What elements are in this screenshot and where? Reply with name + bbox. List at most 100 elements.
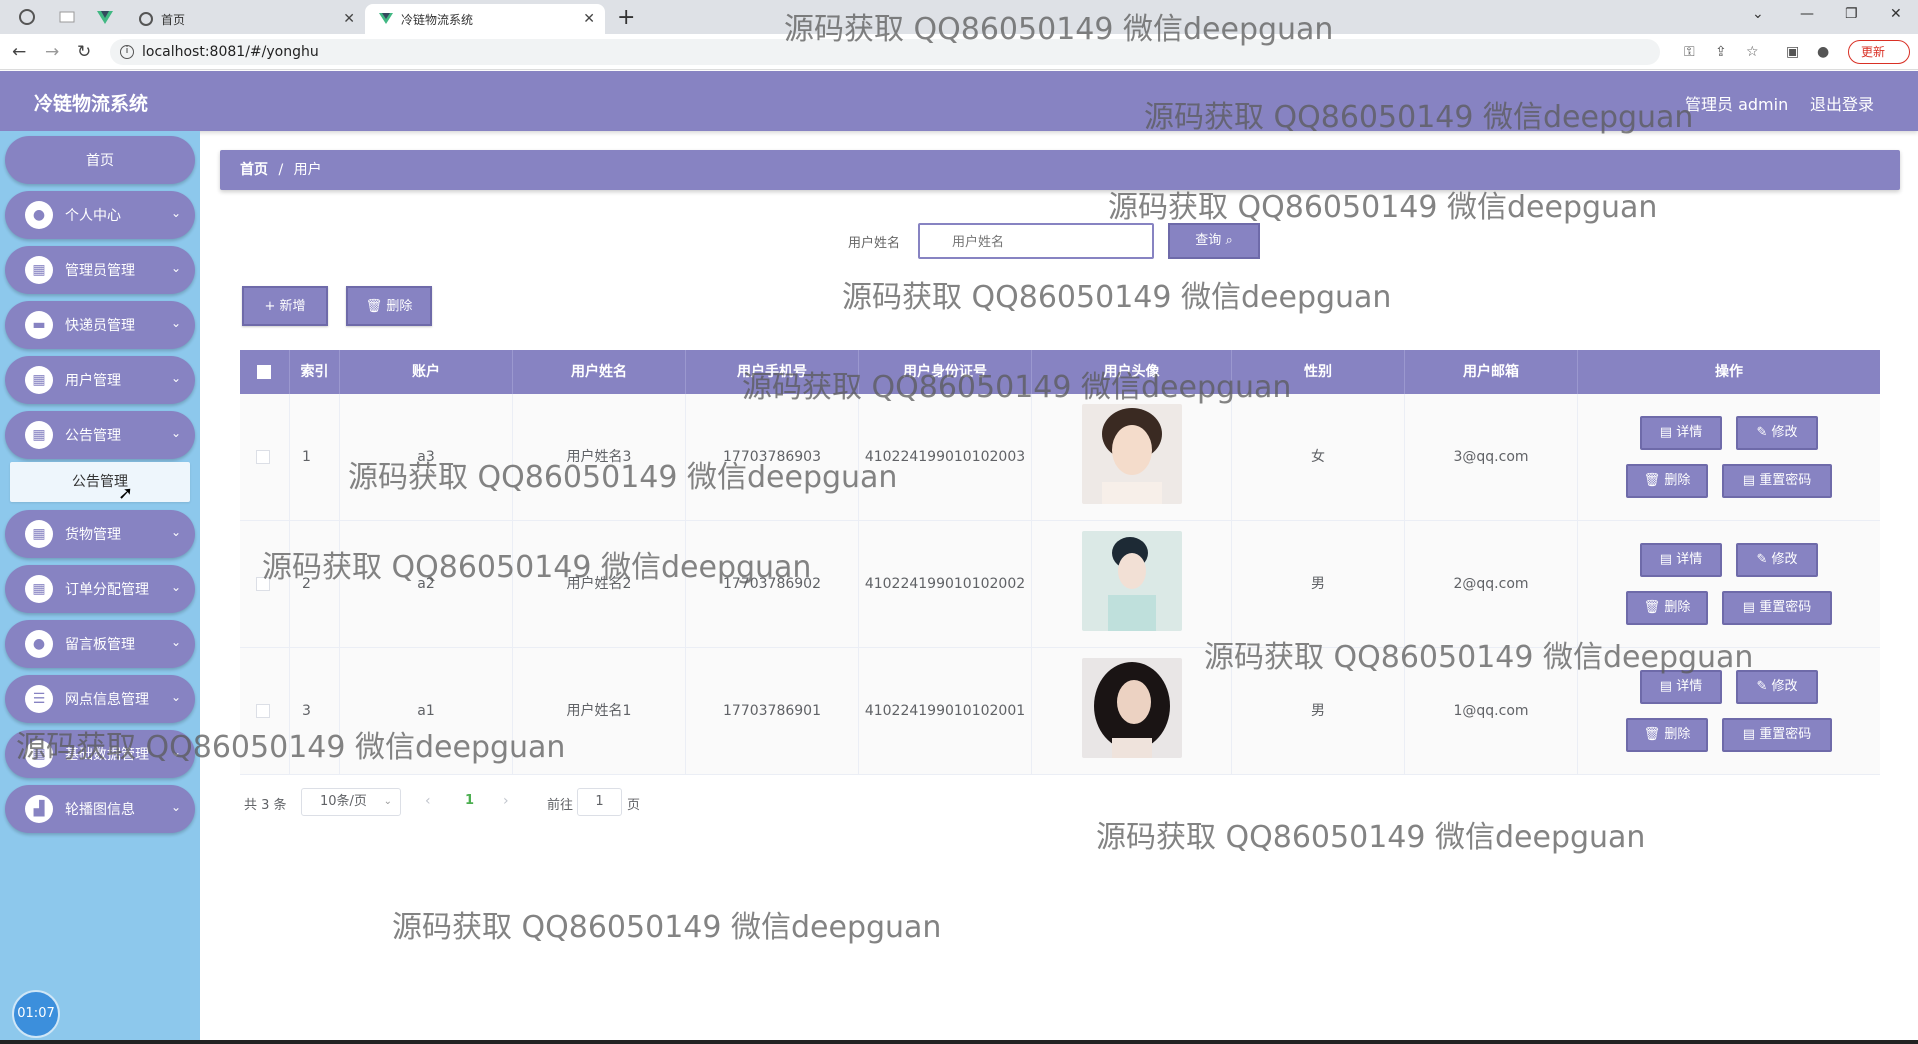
header-index: 索引 xyxy=(290,350,340,394)
query-button[interactable]: 查询 ⌕ xyxy=(1168,223,1260,259)
address-bar: ← → ↻ i localhost:8081/#/yonghu ⚿ ⇪ ☆ ▣ … xyxy=(0,34,1918,70)
delete-button[interactable]: 🗑 删除 xyxy=(1626,591,1708,625)
forward-icon[interactable]: → xyxy=(45,42,59,62)
goto-page-input[interactable]: 1 xyxy=(577,788,622,816)
sidebar-item-profile[interactable]: ● 个人中心 ⌄ xyxy=(5,191,195,239)
star-icon[interactable]: ☆ xyxy=(1746,44,1759,60)
minimize-button[interactable]: — xyxy=(1800,6,1814,22)
chevron-up-icon: ⌄ xyxy=(170,426,181,440)
pinned-tab-icon[interactable] xyxy=(58,8,76,26)
reload-icon[interactable]: ↻ xyxy=(77,42,91,62)
submenu-item-notice[interactable]: 公告管理 xyxy=(10,462,190,502)
sidebar-item-courier[interactable]: ▬ 快递员管理 ⌄ xyxy=(5,301,195,349)
table-row: 1 a3 用户姓名3 17703786903 41022419901010200… xyxy=(240,394,1880,521)
detail-button[interactable]: ▤ 详情 xyxy=(1640,416,1722,450)
share-icon[interactable]: ⇪ xyxy=(1715,44,1727,60)
close-icon[interactable]: ✕ xyxy=(343,11,355,27)
header-select-all[interactable] xyxy=(240,350,290,394)
reset-password-button[interactable]: ▤ 重置密码 xyxy=(1722,718,1832,752)
search-input[interactable] xyxy=(918,223,1154,259)
table-row: 3 a1 用户姓名1 17703786901 41022419901010200… xyxy=(240,648,1880,775)
chevron-down-icon: ⌄ xyxy=(170,800,181,814)
tab-active[interactable]: 冷链物流系统 ✕ xyxy=(365,4,605,34)
avatar-image[interactable] xyxy=(1082,531,1182,631)
chevron-down-icon: ⌄ xyxy=(170,206,181,220)
tab-home[interactable]: 首页 ✕ xyxy=(125,4,365,34)
taskbar-edge xyxy=(0,1040,1918,1044)
profile-icon[interactable]: ● xyxy=(1817,44,1829,60)
app-title: 冷链物流系统 xyxy=(34,93,149,115)
checkbox[interactable] xyxy=(256,450,270,464)
batch-delete-button[interactable]: 🗑 删除 xyxy=(346,286,432,326)
header-phone: 用户手机号 xyxy=(686,350,859,394)
pencil-icon: ✎ xyxy=(1756,425,1772,440)
cell-operations: ▤ 详情 ✎ 修改 🗑 删除 ▤ 重置密码 xyxy=(1578,394,1880,521)
cell-name: 用户姓名2 xyxy=(513,521,686,648)
new-tab-button[interactable]: + xyxy=(617,5,635,30)
prev-page-button[interactable]: ‹ xyxy=(425,793,431,809)
edit-button[interactable]: ✎ 修改 xyxy=(1736,543,1818,577)
cell-gender: 男 xyxy=(1232,648,1405,775)
sidebar-item-goods[interactable]: ▦ 货物管理 ⌄ xyxy=(5,510,195,558)
reset-password-button[interactable]: ▤ 重置密码 xyxy=(1722,464,1832,498)
checkbox[interactable] xyxy=(256,577,270,591)
edit-button[interactable]: ✎ 修改 xyxy=(1736,416,1818,450)
add-button[interactable]: + 新增 xyxy=(242,286,328,326)
next-page-button[interactable]: › xyxy=(503,793,509,809)
trash-icon: 🗑 xyxy=(1643,473,1665,488)
breadcrumb-separator: / xyxy=(278,162,284,178)
vue-icon xyxy=(379,11,393,28)
detail-button[interactable]: ▤ 详情 xyxy=(1640,670,1722,704)
table-row: 2 a2 用户姓名2 17703786902 41022419901010200… xyxy=(240,521,1880,648)
checkbox[interactable] xyxy=(257,365,271,379)
close-window-button[interactable]: ✕ xyxy=(1890,6,1902,22)
delete-button[interactable]: 🗑 删除 xyxy=(1626,464,1708,498)
avatar-image[interactable] xyxy=(1082,658,1182,758)
clock-badge: 01:07 xyxy=(12,990,60,1038)
page-size-select[interactable]: 10条/页 ⌄ xyxy=(301,788,401,816)
sidebar-item-notice[interactable]: ▦ 公告管理 ⌄ xyxy=(5,411,195,459)
sidebar-item-users[interactable]: ▦ 用户管理 ⌄ xyxy=(5,356,195,404)
checkbox[interactable] xyxy=(256,704,270,718)
url-field[interactable]: i localhost:8081/#/yonghu xyxy=(110,39,1660,65)
row-select xyxy=(240,521,290,648)
sidepanel-icon[interactable]: ▣ xyxy=(1786,44,1799,60)
cell-gender: 男 xyxy=(1232,521,1405,648)
goto-label: 前往 xyxy=(547,798,574,813)
logout-link[interactable]: 退出登录 xyxy=(1810,91,1874,115)
doc-icon: ▤ xyxy=(1742,600,1760,615)
avatar-image[interactable] xyxy=(1082,404,1182,504)
cell-account: a2 xyxy=(340,521,513,648)
cell-account: a1 xyxy=(340,648,513,775)
sidebar-item-messages[interactable]: ● 留言板管理 ⌄ xyxy=(5,620,195,668)
sidebar-item-carousel[interactable]: ▟ 轮播图信息 ⌄ xyxy=(5,785,195,833)
reset-password-button[interactable]: ▤ 重置密码 xyxy=(1722,591,1832,625)
sidebar-item-orders[interactable]: ▦ 订单分配管理 ⌄ xyxy=(5,565,195,613)
sidebar-item-admin[interactable]: ▦ 管理员管理 ⌄ xyxy=(5,246,195,294)
sidebar-item-outlets[interactable]: ☰ 网点信息管理 ⌄ xyxy=(5,675,195,723)
pinned-tab-icon[interactable] xyxy=(18,8,36,26)
key-icon[interactable]: ⚿ xyxy=(1684,44,1695,60)
search-label: 用户姓名 xyxy=(848,236,901,251)
restore-button[interactable]: ❐ xyxy=(1845,6,1858,22)
cell-account: a3 xyxy=(340,394,513,521)
chevron-down-icon: ⌄ xyxy=(170,745,181,759)
update-button[interactable]: 更新 xyxy=(1848,40,1910,64)
breadcrumb-home[interactable]: 首页 xyxy=(240,162,268,178)
page-number[interactable]: 1 xyxy=(465,793,474,808)
back-icon[interactable]: ← xyxy=(12,42,26,62)
sidebar-item-home[interactable]: 首页 xyxy=(5,136,195,184)
sidebar-item-basedata[interactable]: ▦ 基础数据管理 ⌄ xyxy=(5,730,195,778)
grid-icon: ▦ xyxy=(25,366,53,394)
row-select xyxy=(240,394,290,521)
close-icon[interactable]: ✕ xyxy=(583,11,595,27)
tab-search-icon[interactable]: ⌄ xyxy=(1752,6,1764,22)
info-icon[interactable]: i xyxy=(120,45,134,59)
vue-tab-icon[interactable] xyxy=(96,8,114,26)
header-avatar: 用户头像 xyxy=(1032,350,1232,394)
cell-idcard: 410224199010102002 xyxy=(859,521,1032,648)
user-icon: ● xyxy=(25,630,53,658)
edit-button[interactable]: ✎ 修改 xyxy=(1736,670,1818,704)
delete-button[interactable]: 🗑 删除 xyxy=(1626,718,1708,752)
detail-button[interactable]: ▤ 详情 xyxy=(1640,543,1722,577)
